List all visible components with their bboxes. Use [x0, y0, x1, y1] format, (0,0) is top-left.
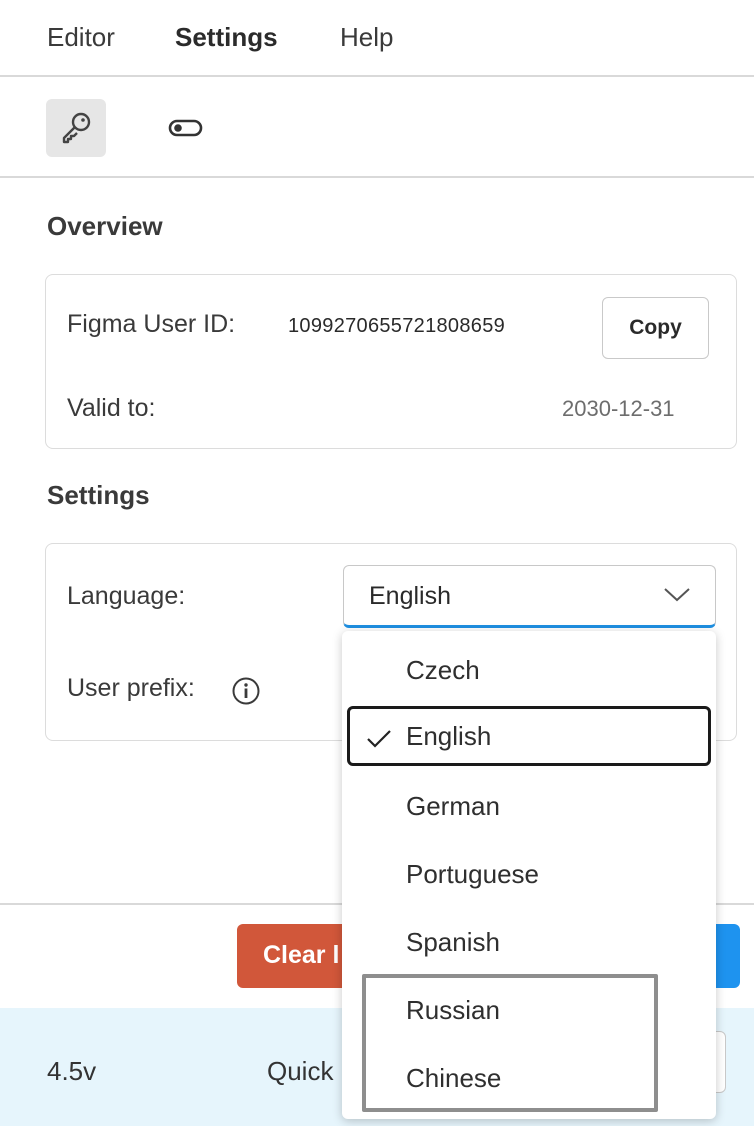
info-icon[interactable] [231, 676, 261, 706]
language-label: Language: [67, 582, 186, 610]
key-icon [62, 112, 91, 144]
user-id-label: Figma User ID: [67, 310, 236, 338]
quick-label: Quick [267, 1056, 334, 1086]
copy-button[interactable]: Copy [602, 297, 709, 359]
language-option-russian[interactable]: Russian [342, 981, 716, 1041]
tab-bar: Editor Settings Help [0, 0, 754, 77]
version-label: 4.5v [47, 1056, 97, 1086]
overview-card: Figma User ID: 1099270655721808659 Copy … [45, 274, 737, 449]
tab-settings[interactable]: Settings [175, 22, 278, 53]
language-option-german[interactable]: German [342, 777, 716, 837]
toggle-button[interactable] [156, 99, 216, 157]
language-select[interactable]: English [343, 565, 716, 628]
language-option-english[interactable]: English [347, 706, 711, 766]
valid-to-value: 2030-12-31 [562, 396, 675, 421]
language-option-czech[interactable]: Czech [342, 641, 716, 701]
settings-heading: Settings [47, 480, 150, 510]
tab-editor[interactable]: Editor [47, 22, 115, 53]
user-id-value: 1099270655721808659 [288, 315, 506, 337]
language-select-value: English [369, 582, 451, 610]
language-dropdown-list: Czech English German Portuguese Spanish … [342, 631, 716, 1119]
valid-to-label: Valid to: [67, 394, 156, 422]
language-option-portuguese[interactable]: Portuguese [342, 845, 716, 905]
checkmark-icon [367, 730, 391, 748]
chevron-down-icon [664, 588, 690, 602]
overview-heading: Overview [47, 211, 163, 241]
icon-toolbar [0, 77, 754, 178]
language-option-chinese[interactable]: Chinese [342, 1049, 716, 1109]
tab-help[interactable]: Help [340, 22, 393, 53]
language-option-spanish[interactable]: Spanish [342, 913, 716, 973]
user-prefix-label: User prefix: [67, 674, 195, 702]
toggle-icon [168, 119, 203, 137]
plugin-window: Editor Settings Help Overview Figma User… [0, 0, 754, 1126]
key-button[interactable] [46, 99, 106, 157]
